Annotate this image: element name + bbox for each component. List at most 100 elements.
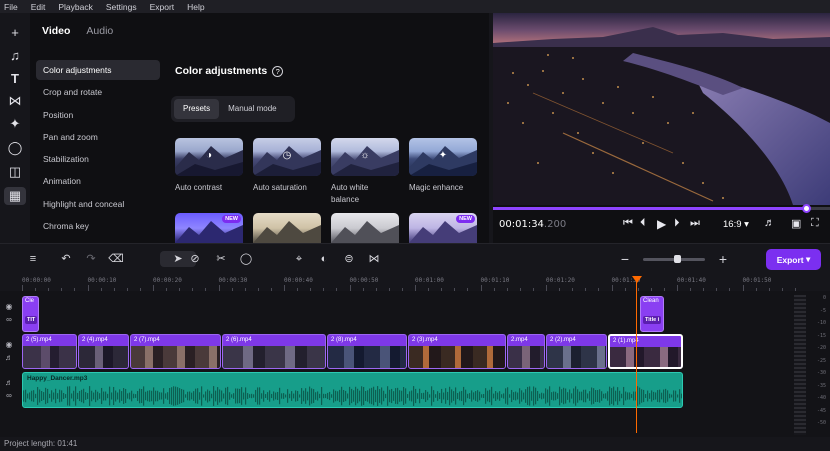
video-clip[interactable]: 2 (5).mp4 <box>22 334 77 369</box>
menu-help[interactable]: Help <box>187 2 204 12</box>
preset-auto-contrast[interactable]: ◑ Auto contrast <box>175 138 243 194</box>
video-clip[interactable]: 2 (2).mp4 <box>546 334 607 369</box>
menu-item-crop-rotate[interactable]: Crop and rotate <box>36 82 160 102</box>
add-track-icon[interactable]: ≡ <box>24 251 42 267</box>
video-preview[interactable] <box>493 13 830 205</box>
more-tools-icon[interactable]: ▦ <box>4 187 26 205</box>
video-clip[interactable]: 2 (3).mp4 <box>408 334 506 369</box>
section-title-text: Color adjustments <box>175 65 268 77</box>
video-clip[interactable]: 2.mp4 <box>507 334 545 369</box>
playback-progress[interactable] <box>493 204 830 213</box>
manual-mode-button[interactable]: Manual mode <box>219 99 285 119</box>
playhead-handle[interactable] <box>632 276 642 283</box>
menu-bar: File Edit Playback Settings Export Help <box>0 0 830 13</box>
crop-icon[interactable]: ⌖ <box>290 251 308 267</box>
zoom-slider-knob[interactable] <box>674 255 681 263</box>
project-length: Project length: 01:41 <box>4 439 78 448</box>
cut-icon[interactable]: ✂ <box>212 251 230 267</box>
preview-panel: 00:01:34.200 ⏮ ⏴ ▶ ⏵ ⏭ 16:9 ▾ ♬ ▣ ⛶ <box>493 13 830 243</box>
eye-icon[interactable]: ◉ <box>0 300 18 313</box>
progress-fill <box>493 207 807 210</box>
filters-icon[interactable]: ◫ <box>4 163 26 181</box>
stickers-icon[interactable]: ◯ <box>4 139 26 157</box>
menu-file[interactable]: File <box>4 2 18 12</box>
menu-item-chroma-key[interactable]: Chroma key <box>36 216 160 236</box>
help-icon[interactable]: ? <box>272 65 284 77</box>
section-title: Color adjustments ? <box>175 65 284 77</box>
preset-thumbnail: ☼ <box>331 138 399 176</box>
meter-level-label: -20 <box>816 345 826 351</box>
menu-playback[interactable]: Playback <box>58 2 93 12</box>
timeline-ruler[interactable]: 00:00:00 00:00:10 00:00:20 00:00:30 00:00:40… <box>0 273 830 291</box>
transitions-icon[interactable]: ⋈ <box>4 92 26 110</box>
eye-icon[interactable]: ◉ <box>0 338 18 351</box>
menu-settings[interactable]: Settings <box>106 2 137 12</box>
undo-icon[interactable]: ↶ <box>57 251 75 267</box>
menu-export[interactable]: Export <box>150 2 175 12</box>
video-clip[interactable]: 2 (4).mp4 <box>78 334 129 369</box>
menu-item-animation[interactable]: Animation <box>36 171 160 191</box>
tab-audio[interactable]: Audio <box>86 25 113 37</box>
aspect-ratio-select[interactable]: 16:9 ▾ <box>723 219 749 230</box>
preset-auto-white-balance[interactable]: ☼ Auto white balance <box>331 138 399 206</box>
link-icon[interactable]: ∞ <box>0 313 18 326</box>
skip-end-icon[interactable]: ⏭ <box>690 217 700 230</box>
music-icon[interactable]: ♫ <box>4 46 26 64</box>
preset-auto-saturation[interactable]: ◷ Auto saturation <box>253 138 321 194</box>
transition-icon[interactable]: ⋈ <box>365 251 383 267</box>
play-icon[interactable]: ▶ <box>657 217 666 231</box>
menu-item-position[interactable]: Position <box>36 105 160 125</box>
link-icon[interactable]: ∞ <box>0 389 18 402</box>
ruler-tick-label: 00:01:50 <box>742 277 772 284</box>
playhead[interactable] <box>636 279 637 433</box>
preset-2[interactable] <box>253 213 321 243</box>
presets-mode-button[interactable]: Presets <box>174 99 220 119</box>
menu-item-stabilization[interactable]: Stabilization <box>36 149 160 169</box>
preset-magic-enhance[interactable]: ✦ Magic enhance <box>409 138 477 194</box>
video-clip-name: 2 (2).mp4 <box>550 337 576 343</box>
snapshot-icon[interactable]: ▣ <box>791 217 801 230</box>
fullscreen-icon[interactable]: ⛶ <box>811 217 819 230</box>
add-icon[interactable]: + <box>4 23 26 41</box>
volume-icon[interactable]: ♬ <box>764 217 775 229</box>
progress-knob[interactable] <box>802 204 812 213</box>
properties-panel: Video Audio Color adjustments Crop and r… <box>30 13 489 243</box>
speaker-icon[interactable]: ♬ <box>0 376 18 389</box>
menu-edit[interactable]: Edit <box>31 2 46 12</box>
delete-icon[interactable]: ⌫ <box>107 251 125 267</box>
zoom-out-icon[interactable]: − <box>616 251 634 267</box>
export-button[interactable]: Export ▾ <box>766 249 821 270</box>
video-clip[interactable]: 2 (8).mp4 <box>327 334 407 369</box>
title-clip[interactable]: Clean Title i <box>640 296 664 332</box>
frame-forward-icon[interactable]: ⏵ <box>674 217 680 230</box>
video-clip[interactable]: 2 (6).mp4 <box>222 334 326 369</box>
audio-clip[interactable]: Happy_Dancer.mp3 <box>22 372 683 408</box>
zoom-in-icon[interactable]: + <box>714 251 732 267</box>
menu-item-highlight-conceal[interactable]: Highlight and conceal <box>36 194 160 214</box>
volume-icon[interactable]: ♬ <box>0 351 18 364</box>
tab-video[interactable]: Video <box>42 25 70 37</box>
marker-icon[interactable]: ◯ <box>237 251 255 267</box>
preset-new-1[interactable]: NEW <box>175 213 243 243</box>
preset-new-2[interactable]: NEW <box>409 213 477 243</box>
video-clip-selected[interactable]: 2 (1).mp4 <box>608 334 683 369</box>
disable-icon[interactable]: ⊘ <box>186 251 204 267</box>
color-icon[interactable]: ◐ <box>315 251 333 267</box>
audio-level-meter: 0 -5 -10 -15 -20 -25 -30 -35 -40 -45 -50 <box>790 295 828 435</box>
menu-item-color-adjustments[interactable]: Color adjustments <box>36 60 160 80</box>
ruler-tick-label: 00:00:40 <box>284 277 313 284</box>
preset-3[interactable] <box>331 213 399 243</box>
video-clip[interactable]: 2 (7).mp4 <box>130 334 221 369</box>
text-icon[interactable]: T <box>4 69 26 87</box>
bulb-icon: ☼ <box>360 150 370 161</box>
video-clip-name: 2 (3).mp4 <box>412 337 438 343</box>
skip-start-icon[interactable]: ⏮ <box>623 217 633 230</box>
effects-icon[interactable]: ✦ <box>4 115 26 133</box>
frame-back-icon[interactable]: ⏴ <box>640 217 646 230</box>
video-clip-name: 2 (7).mp4 <box>134 337 160 343</box>
menu-item-pan-zoom[interactable]: Pan and zoom <box>36 127 160 147</box>
redo-icon[interactable]: ↷ <box>82 251 100 267</box>
ruler-tick-label: 00:01:20 <box>546 277 575 284</box>
adjust-icon[interactable]: ⊜ <box>340 251 358 267</box>
title-clip[interactable]: Cle TIT <box>22 296 39 332</box>
